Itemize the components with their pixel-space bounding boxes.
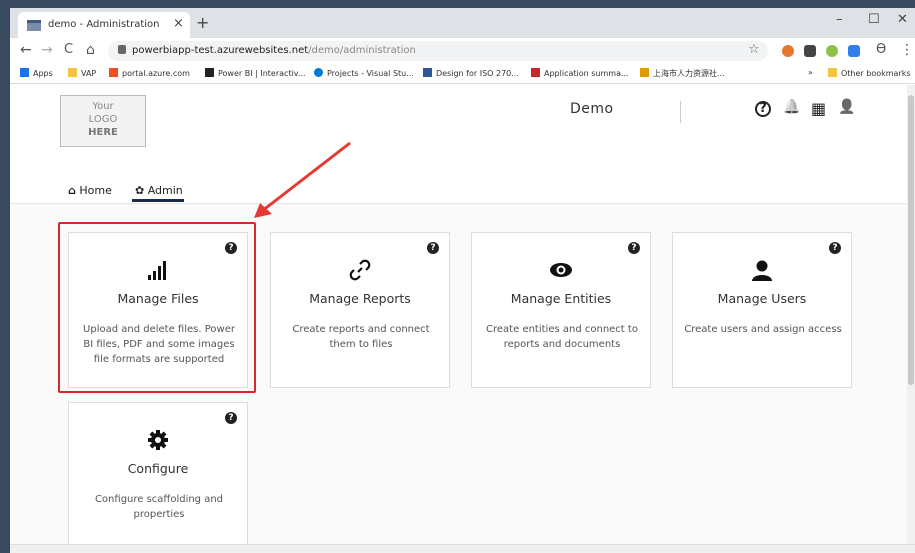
url-path: /demo/administration xyxy=(308,45,416,56)
card-title: Manage Users xyxy=(717,291,807,306)
bookmark-label: Power BI | Interactiv... xyxy=(218,69,306,78)
nav-home[interactable]: ⌂ Home xyxy=(68,184,112,197)
bookmark-item[interactable]: Application summa... xyxy=(531,68,629,78)
bookmark-item[interactable]: portal.azure.com xyxy=(109,68,190,78)
card-description: Create entities and connect to reports a… xyxy=(486,324,638,350)
card-title: Manage Entities xyxy=(510,291,612,306)
minimize-button[interactable]: – xyxy=(836,12,843,27)
eye-icon xyxy=(472,259,650,285)
bookmark-other[interactable]: Other bookmarks xyxy=(828,68,911,78)
header-divider xyxy=(680,101,681,123)
user-account-icon[interactable]: 👤 xyxy=(838,99,855,115)
folder-icon xyxy=(68,68,77,77)
apps-grid-icon xyxy=(20,68,29,77)
logo-line: Your xyxy=(92,101,114,112)
hr-site-icon xyxy=(640,68,649,77)
bookmark-label: Other bookmarks xyxy=(841,69,911,78)
help-icon[interactable]: ? xyxy=(755,101,771,117)
bookmark-label: Application summa... xyxy=(544,69,629,78)
bookmark-item[interactable]: 上海市人力资源社... xyxy=(640,68,725,79)
logo-line: HERE xyxy=(88,127,118,138)
highlight-box xyxy=(58,222,256,393)
logo[interactable]: Your LOGO HERE xyxy=(60,95,146,147)
bookmark-label: 上海市人力资源社... xyxy=(653,69,725,78)
back-button[interactable]: ← xyxy=(20,42,32,58)
tab-favicon-icon xyxy=(27,20,41,31)
gear-icon xyxy=(69,429,247,455)
tab-title: demo - Administration xyxy=(48,19,160,30)
link-icon xyxy=(271,259,449,285)
card-description: Configure scaffolding and properties xyxy=(94,494,224,520)
nav-admin-label: Admin xyxy=(147,184,183,197)
help-icon[interactable]: ? xyxy=(628,242,640,254)
powerbi-icon xyxy=(205,68,214,77)
card-description: Create reports and connect them to files xyxy=(292,324,430,350)
browser-window: demo - Administration × + – ☐ ✕ ← → C ⌂ … xyxy=(10,8,915,553)
extension-icon[interactable] xyxy=(782,45,794,57)
menu-icon[interactable]: ⋮ xyxy=(900,42,914,58)
bookmarks-more-button[interactable]: » xyxy=(808,68,813,77)
card-description: Create users and assign access xyxy=(684,324,842,335)
extension-icon[interactable] xyxy=(804,45,816,57)
reload-button[interactable]: C xyxy=(64,42,73,57)
bookmark-item[interactable]: Design for ISO 270... xyxy=(423,68,519,78)
scrollbar-thumb[interactable] xyxy=(908,95,914,385)
browser-tab[interactable]: demo - Administration × xyxy=(18,12,190,38)
url-input[interactable]: powerbiapp-test.azurewebsites.net/demo/a… xyxy=(108,41,768,61)
card-configure[interactable]: ? Configure Configure scaffolding and pr… xyxy=(68,402,248,553)
address-bar: ← → C ⌂ powerbiapp-test.azurewebsites.ne… xyxy=(10,38,915,64)
new-tab-button[interactable]: + xyxy=(196,13,209,32)
home-button[interactable]: ⌂ xyxy=(86,42,95,58)
help-icon[interactable]: ? xyxy=(427,242,439,254)
user-icon xyxy=(673,259,851,285)
star-icon[interactable]: ☆ xyxy=(748,42,760,57)
logo-line: LOGO xyxy=(88,114,118,125)
gear-icon: ✿ xyxy=(135,184,145,197)
help-icon[interactable]: ? xyxy=(225,412,237,424)
application-icon xyxy=(531,68,540,77)
bookmark-label: VAP xyxy=(81,69,97,78)
bell-icon[interactable]: 🔔 xyxy=(783,99,800,115)
maximize-button[interactable]: ☐ xyxy=(868,12,880,27)
tab-close-icon[interactable]: × xyxy=(173,16,184,31)
card-manage-users[interactable]: ? Manage Users Create users and assign a… xyxy=(672,232,852,388)
bookmark-label: Projects - Visual Stu... xyxy=(327,69,414,78)
bookmark-item[interactable]: VAP xyxy=(68,68,96,78)
microsoft-icon xyxy=(109,68,118,77)
vertical-scrollbar[interactable] xyxy=(907,85,915,544)
bookmark-label: portal.azure.com xyxy=(122,69,190,78)
url-host: powerbiapp-test.azurewebsites.net xyxy=(132,45,309,56)
nav-admin[interactable]: ✿ Admin xyxy=(135,184,183,197)
bookmark-label: Design for ISO 270... xyxy=(436,69,519,78)
extension-icon[interactable] xyxy=(826,45,838,57)
site-title: Demo xyxy=(570,101,614,117)
horizontal-scrollbar[interactable] xyxy=(10,544,915,553)
page-content: Your LOGO HERE Demo ? 🔔 ▦ 👤 ⌂ Home ✿ Adm… xyxy=(10,85,915,553)
design-icon xyxy=(423,68,432,77)
folder-icon xyxy=(828,68,837,77)
help-icon[interactable]: ? xyxy=(829,242,841,254)
bookmark-item[interactable]: Projects - Visual Stu... xyxy=(314,68,414,78)
card-manage-entities[interactable]: ? Manage Entities Create entities and co… xyxy=(471,232,651,388)
extension-icon[interactable] xyxy=(848,45,860,57)
profile-icon[interactable]: ϴ xyxy=(876,42,886,57)
bookmark-item[interactable]: Power BI | Interactiv... xyxy=(205,68,306,78)
card-title: Configure xyxy=(127,461,189,476)
forward-button[interactable]: → xyxy=(41,42,53,58)
tab-strip: demo - Administration × + – ☐ ✕ xyxy=(10,8,915,38)
card-manage-reports[interactable]: ? Manage Reports Create reports and conn… xyxy=(270,232,450,388)
azure-devops-icon xyxy=(314,68,323,77)
bookmark-apps[interactable]: Apps xyxy=(20,68,53,78)
bookmarks-bar: Apps VAP portal.azure.com Power BI | Int… xyxy=(10,64,915,84)
bookmark-label: Apps xyxy=(33,69,53,78)
lock-icon xyxy=(118,45,126,54)
url-text: powerbiapp-test.azurewebsites.net/demo/a… xyxy=(132,45,416,56)
nav-home-label: Home xyxy=(79,184,112,197)
home-icon: ⌂ xyxy=(68,184,76,197)
active-tab-indicator xyxy=(132,199,184,202)
apps-grid-icon[interactable]: ▦ xyxy=(811,99,826,118)
close-window-button[interactable]: ✕ xyxy=(897,12,908,27)
card-title: Manage Reports xyxy=(309,291,411,306)
